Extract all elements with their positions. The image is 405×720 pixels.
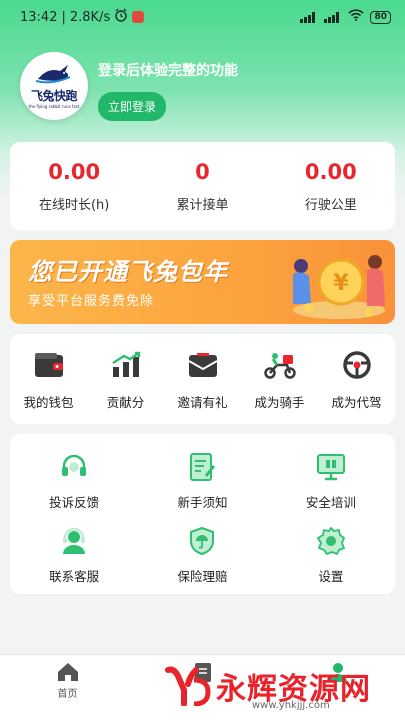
service-label: 保险理赔 xyxy=(177,569,228,584)
service-label: 新手须知 xyxy=(177,495,228,510)
stat-online-hours: 0.00 在线时长(h) xyxy=(10,142,138,230)
home-icon xyxy=(57,663,78,681)
bar-chart-icon xyxy=(109,348,143,382)
service-label: 投诉反馈 xyxy=(49,495,100,510)
service-contact-support[interactable]: 联系客服 xyxy=(10,514,138,588)
feature-label: 邀请有礼 xyxy=(177,395,228,410)
features-card: 我的钱包 贡献分 邀请有礼 成为骑手 成为代驾 xyxy=(10,334,395,424)
tab-label: 首页 xyxy=(57,689,78,700)
notification-app-icon xyxy=(132,11,145,23)
notebook-icon xyxy=(185,450,219,484)
feature-become-driver[interactable]: 成为代驾 xyxy=(318,334,395,424)
headset-icon xyxy=(57,450,91,484)
stat-value: 0 xyxy=(195,160,210,184)
status-separator: | xyxy=(61,9,66,25)
feature-wallet[interactable]: 我的钱包 xyxy=(10,334,87,424)
stat-label: 行驶公里 xyxy=(304,198,357,213)
coin-illustration-icon: ¥ xyxy=(293,255,385,319)
stats-card: 0.00 在线时长(h) 0 累计接单 0.00 行驶公里 xyxy=(10,142,395,230)
stat-total-orders: 0 累计接单 xyxy=(138,142,266,230)
feature-invite[interactable]: 邀请有礼 xyxy=(164,334,241,424)
service-settings[interactable]: 设置 xyxy=(267,514,395,588)
stat-label: 累计接单 xyxy=(176,198,229,213)
feature-contribution[interactable]: 贡献分 xyxy=(87,334,164,424)
wifi-icon xyxy=(348,9,365,25)
envelope-icon xyxy=(186,348,220,382)
banner-title: 您已开通飞兔包年 xyxy=(28,258,228,286)
service-label: 联系客服 xyxy=(49,569,100,584)
tab-home[interactable]: 首页 xyxy=(0,655,135,720)
stat-value: 0.00 xyxy=(48,160,101,184)
feature-label: 贡献分 xyxy=(106,395,145,410)
alarm-icon xyxy=(114,8,128,26)
service-label: 安全培训 xyxy=(305,495,356,510)
banner-subtitle: 享受平台服务费免除 xyxy=(28,294,155,309)
wallet-icon xyxy=(32,348,66,382)
monitor-icon xyxy=(314,450,348,484)
rabbit-logo-icon xyxy=(35,65,71,84)
svg-text:¥: ¥ xyxy=(333,271,349,296)
avatar[interactable]: 飞兔快跑 the flying rabbit runs fast xyxy=(20,52,88,120)
feature-label: 我的钱包 xyxy=(23,395,74,410)
service-label: 设置 xyxy=(318,569,344,584)
logo-subtext: the flying rabbit runs fast xyxy=(28,104,80,109)
signal-icon xyxy=(300,11,318,23)
feature-label: 成为骑手 xyxy=(254,395,305,410)
feature-become-rider[interactable]: 成为骑手 xyxy=(241,334,318,424)
stat-label: 在线时长(h) xyxy=(38,198,110,213)
gear-icon xyxy=(314,524,348,558)
watermark-logo-icon xyxy=(165,666,211,706)
signal-icon xyxy=(324,11,342,23)
stat-distance: 0.00 行驶公里 xyxy=(267,142,395,230)
stat-value: 0.00 xyxy=(304,160,357,184)
status-bar: 13:42 | 2.8K/s 80 xyxy=(0,0,405,34)
logo-text: 飞兔快跑 xyxy=(30,89,78,103)
scooter-icon xyxy=(263,348,297,382)
feature-label: 成为代驾 xyxy=(331,395,382,410)
watermark-url: www.yhkjjj.com xyxy=(252,700,330,711)
services-card: 投诉反馈 新手须知 安全培训 联系客服 保险理赔 设置 xyxy=(10,434,395,594)
service-complaint[interactable]: 投诉反馈 xyxy=(10,440,138,514)
login-button[interactable]: 立即登录 xyxy=(98,92,167,121)
steering-wheel-icon xyxy=(340,348,374,382)
service-safety-training[interactable]: 安全培训 xyxy=(267,440,395,514)
profile-header: 飞兔快跑 the flying rabbit runs fast 登录后体验完整… xyxy=(20,52,238,121)
login-hint: 登录后体验完整的功能 xyxy=(98,63,238,79)
annual-plan-banner[interactable]: 您已开通飞兔包年 享受平台服务费免除 ¥ xyxy=(10,240,395,324)
service-insurance-claim[interactable]: 保险理赔 xyxy=(138,514,266,588)
network-speed: 2.8K/s xyxy=(69,9,111,25)
support-agent-icon xyxy=(57,524,91,558)
umbrella-shield-icon xyxy=(185,524,219,558)
status-time: 13:42 xyxy=(20,9,58,25)
battery-indicator: 80 xyxy=(370,10,391,24)
service-guide[interactable]: 新手须知 xyxy=(138,440,266,514)
